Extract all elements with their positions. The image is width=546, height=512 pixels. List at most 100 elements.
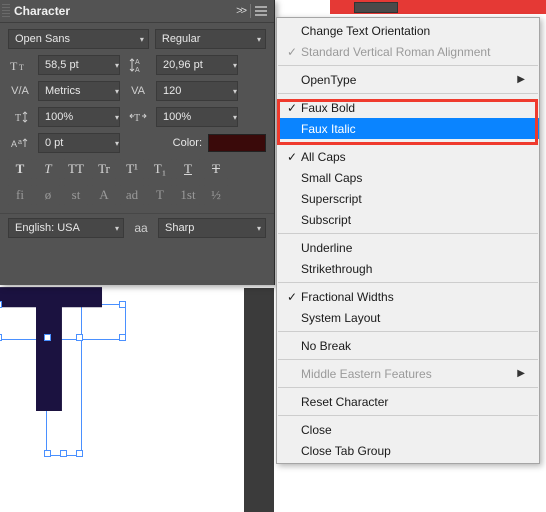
language-dropdown[interactable]: English: USA▾ (8, 218, 124, 238)
panel-flyout-menu: Change Text Orientation✓Standard Vertica… (276, 17, 540, 464)
panel-body: Open Sans▾ Regular▾ TT 58,5 pt▾ AA 20, (0, 23, 274, 213)
baseline-input[interactable]: 0 pt ▾ (38, 133, 120, 153)
panel-menu-icon[interactable] (254, 5, 268, 17)
menu-item-label: Close (301, 423, 525, 437)
type-style-button[interactable]: ½ (204, 185, 228, 205)
menu-item[interactable]: Superscript (277, 188, 539, 209)
kerning-input[interactable]: Metrics▾ (38, 81, 120, 101)
antialias-dropdown[interactable]: Sharp▾ (158, 218, 266, 238)
menu-separator (278, 359, 538, 360)
font-family-value: Open Sans (15, 33, 70, 45)
svg-text:a: a (18, 139, 22, 146)
glyph-letter: T (0, 260, 100, 440)
font-family-dropdown[interactable]: Open Sans ▾ (8, 29, 149, 49)
handle[interactable] (76, 450, 83, 457)
handle[interactable] (44, 450, 51, 457)
type-style-button[interactable]: TT (64, 159, 88, 179)
color-label: Color: (173, 137, 202, 149)
type-style-button[interactable]: Ŧ (204, 159, 228, 179)
type-style-button[interactable]: T (8, 159, 32, 179)
menu-item[interactable]: ✓All Caps (277, 146, 539, 167)
menu-item[interactable]: ✓Fractional Widths (277, 286, 539, 307)
menu-item[interactable]: System Layout (277, 307, 539, 328)
type-style-button[interactable]: T₁ (148, 159, 172, 179)
type-style-button[interactable]: 1st (176, 185, 200, 205)
vscale-icon: T (8, 110, 32, 124)
separator (250, 4, 251, 18)
handle[interactable] (0, 301, 2, 308)
menu-item[interactable]: Strikethrough (277, 258, 539, 279)
chevron-down-icon: ▾ (115, 87, 119, 96)
menu-item-label: Close Tab Group (301, 444, 525, 458)
leading-input[interactable]: 20,96 pt▾ (156, 55, 238, 75)
type-style-button[interactable]: T (176, 159, 200, 179)
tracking-input[interactable]: 120▾ (156, 81, 238, 101)
type-style-row-2: fiøstAadT1st½ (8, 185, 266, 205)
type-style-button[interactable]: st (64, 185, 88, 205)
svg-text:T: T (134, 113, 140, 124)
type-style-button[interactable]: T (36, 159, 60, 179)
collapse-icon[interactable]: >> (236, 5, 245, 17)
menu-item[interactable]: Underline (277, 237, 539, 258)
tracking-icon: VA (126, 85, 150, 97)
menu-item-label: Fractional Widths (301, 290, 525, 304)
menu-item[interactable]: Close (277, 419, 539, 440)
menu-separator (278, 233, 538, 234)
hscale-input[interactable]: 100%▾ (156, 107, 238, 127)
svg-text:A: A (135, 59, 140, 66)
color-swatch[interactable] (208, 134, 266, 152)
menu-item-label: Change Text Orientation (301, 24, 525, 38)
vscale-input[interactable]: 100%▾ (38, 107, 120, 127)
type-style-button[interactable]: ø (36, 185, 60, 205)
panel-grip[interactable] (2, 4, 10, 18)
menu-item-label: Middle Eastern Features (301, 367, 517, 381)
menu-item-label: Superscript (301, 192, 525, 206)
menu-item[interactable]: Small Caps (277, 167, 539, 188)
handle[interactable] (60, 450, 67, 457)
menu-item[interactable]: Subscript (277, 209, 539, 230)
chevron-down-icon: ▾ (257, 35, 261, 44)
menu-separator (278, 387, 538, 388)
menu-item-label: Subscript (301, 213, 525, 227)
menu-item[interactable]: No Break (277, 335, 539, 356)
character-panel: Character >> Open Sans▾ Regular▾ TT (0, 0, 275, 285)
chevron-down-icon: ▾ (115, 113, 119, 122)
menu-item-label: Faux Italic (301, 122, 525, 136)
baseline-icon: Aa (8, 136, 32, 150)
menu-item[interactable]: Reset Character (277, 391, 539, 412)
handle[interactable] (119, 334, 126, 341)
text-object[interactable]: T (0, 298, 126, 454)
menu-item-label: Underline (301, 241, 525, 255)
menu-item-label: All Caps (301, 150, 525, 164)
menu-item[interactable]: ✓Faux Bold (277, 97, 539, 118)
panel-footer: English: USA▾ aa Sharp▾ (0, 213, 274, 244)
screenshot-stage: T Character >> Open Sans ▾ (0, 0, 546, 512)
chevron-down-icon: ▾ (115, 139, 119, 148)
type-style-button[interactable]: T¹ (120, 159, 144, 179)
app-frame-top (330, 0, 546, 14)
type-style-button[interactable]: T (148, 185, 172, 205)
menu-item[interactable]: Change Text Orientation (277, 20, 539, 41)
panel-title: Character (14, 4, 236, 18)
type-style-button[interactable]: ad (120, 185, 144, 205)
menu-item[interactable]: OpenType▶ (277, 69, 539, 90)
hscale-icon: T (126, 110, 150, 124)
handle[interactable] (76, 334, 83, 341)
type-style-button[interactable]: Tr (92, 159, 116, 179)
leading-icon: AA (126, 57, 150, 73)
font-size-input[interactable]: 58,5 pt▾ (38, 55, 120, 75)
svg-text:A: A (11, 139, 17, 149)
menu-item[interactable]: Close Tab Group (277, 440, 539, 461)
chevron-down-icon: ▾ (140, 35, 144, 44)
hscale-value: 100% (161, 111, 229, 123)
baseline-value: 0 pt (43, 137, 111, 149)
font-style-dropdown[interactable]: Regular▾ (155, 29, 266, 49)
type-style-button[interactable]: A (92, 185, 116, 205)
handle[interactable] (44, 334, 51, 341)
type-style-button[interactable]: fi (8, 185, 32, 205)
chevron-down-icon: ▾ (233, 61, 237, 70)
menu-item[interactable]: Faux Italic (277, 118, 539, 139)
handle[interactable] (119, 301, 126, 308)
tracking-value: 120 (161, 85, 229, 97)
handle[interactable] (0, 334, 2, 341)
